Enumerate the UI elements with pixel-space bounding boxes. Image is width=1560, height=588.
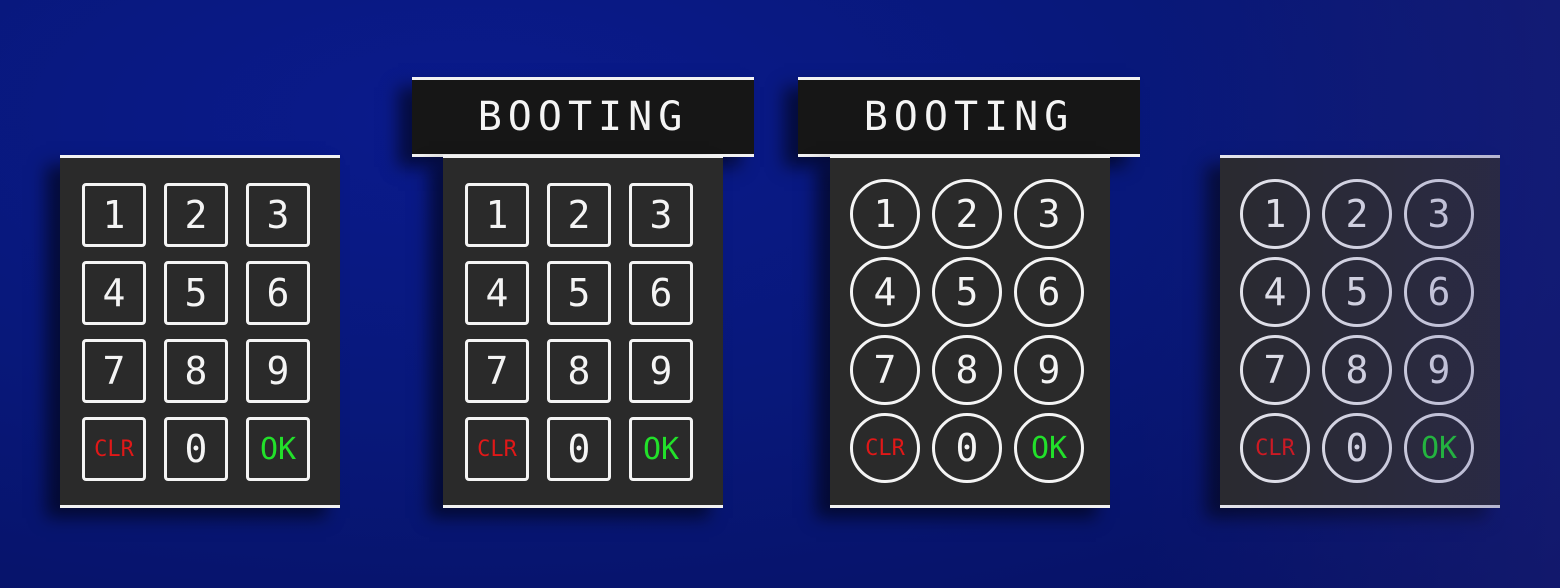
keypad-3: 1 2 3 4 5 6 7 8 9 CLR 0 OK bbox=[830, 155, 1110, 508]
key-6[interactable]: 6 bbox=[1404, 257, 1474, 327]
ok-button[interactable]: OK bbox=[1404, 413, 1474, 483]
key-4[interactable]: 4 bbox=[465, 261, 529, 325]
key-0[interactable]: 0 bbox=[164, 417, 228, 481]
key-3[interactable]: 3 bbox=[246, 183, 310, 247]
status-banner: BOOTING bbox=[798, 77, 1140, 157]
key-7[interactable]: 7 bbox=[1240, 335, 1310, 405]
key-5[interactable]: 5 bbox=[1322, 257, 1392, 327]
key-8[interactable]: 8 bbox=[547, 339, 611, 403]
keypad-grid: 1 2 3 4 5 6 7 8 9 CLR 0 OK bbox=[850, 179, 1084, 483]
key-4[interactable]: 4 bbox=[850, 257, 920, 327]
key-8[interactable]: 8 bbox=[932, 335, 1002, 405]
keypad-1: 1 2 3 4 5 6 7 8 9 CLR 0 OK bbox=[60, 155, 340, 508]
key-9[interactable]: 9 bbox=[1404, 335, 1474, 405]
key-4[interactable]: 4 bbox=[1240, 257, 1310, 327]
key-0[interactable]: 0 bbox=[547, 417, 611, 481]
key-9[interactable]: 9 bbox=[246, 339, 310, 403]
key-6[interactable]: 6 bbox=[246, 261, 310, 325]
key-5[interactable]: 5 bbox=[547, 261, 611, 325]
keypad-grid: 1 2 3 4 5 6 7 8 9 CLR 0 OK bbox=[465, 183, 693, 481]
key-5[interactable]: 5 bbox=[164, 261, 228, 325]
key-9[interactable]: 9 bbox=[629, 339, 693, 403]
key-4[interactable]: 4 bbox=[82, 261, 146, 325]
key-8[interactable]: 8 bbox=[1322, 335, 1392, 405]
keypad-grid: 1 2 3 4 5 6 7 8 9 CLR 0 OK bbox=[1240, 179, 1474, 483]
key-9[interactable]: 9 bbox=[1014, 335, 1084, 405]
key-2[interactable]: 2 bbox=[164, 183, 228, 247]
key-0[interactable]: 0 bbox=[932, 413, 1002, 483]
ok-button[interactable]: OK bbox=[246, 417, 310, 481]
key-5[interactable]: 5 bbox=[932, 257, 1002, 327]
clear-button[interactable]: CLR bbox=[465, 417, 529, 481]
keypad-4: 1 2 3 4 5 6 7 8 9 CLR 0 OK bbox=[1220, 155, 1500, 508]
key-8[interactable]: 8 bbox=[164, 339, 228, 403]
key-7[interactable]: 7 bbox=[850, 335, 920, 405]
keypad-2: 1 2 3 4 5 6 7 8 9 CLR 0 OK bbox=[443, 155, 723, 508]
key-2[interactable]: 2 bbox=[932, 179, 1002, 249]
key-1[interactable]: 1 bbox=[1240, 179, 1310, 249]
ok-button[interactable]: OK bbox=[629, 417, 693, 481]
key-6[interactable]: 6 bbox=[1014, 257, 1084, 327]
key-2[interactable]: 2 bbox=[1322, 179, 1392, 249]
keypad-grid: 1 2 3 4 5 6 7 8 9 CLR 0 OK bbox=[82, 183, 310, 481]
key-7[interactable]: 7 bbox=[82, 339, 146, 403]
key-3[interactable]: 3 bbox=[629, 183, 693, 247]
key-3[interactable]: 3 bbox=[1404, 179, 1474, 249]
ok-button[interactable]: OK bbox=[1014, 413, 1084, 483]
key-3[interactable]: 3 bbox=[1014, 179, 1084, 249]
status-banner: BOOTING bbox=[412, 77, 754, 157]
key-1[interactable]: 1 bbox=[82, 183, 146, 247]
clear-button[interactable]: CLR bbox=[82, 417, 146, 481]
key-1[interactable]: 1 bbox=[465, 183, 529, 247]
key-1[interactable]: 1 bbox=[850, 179, 920, 249]
key-6[interactable]: 6 bbox=[629, 261, 693, 325]
key-0[interactable]: 0 bbox=[1322, 413, 1392, 483]
status-banner-text: BOOTING bbox=[863, 94, 1075, 140]
clear-button[interactable]: CLR bbox=[1240, 413, 1310, 483]
clear-button[interactable]: CLR bbox=[850, 413, 920, 483]
key-7[interactable]: 7 bbox=[465, 339, 529, 403]
key-2[interactable]: 2 bbox=[547, 183, 611, 247]
status-banner-text: BOOTING bbox=[477, 94, 689, 140]
